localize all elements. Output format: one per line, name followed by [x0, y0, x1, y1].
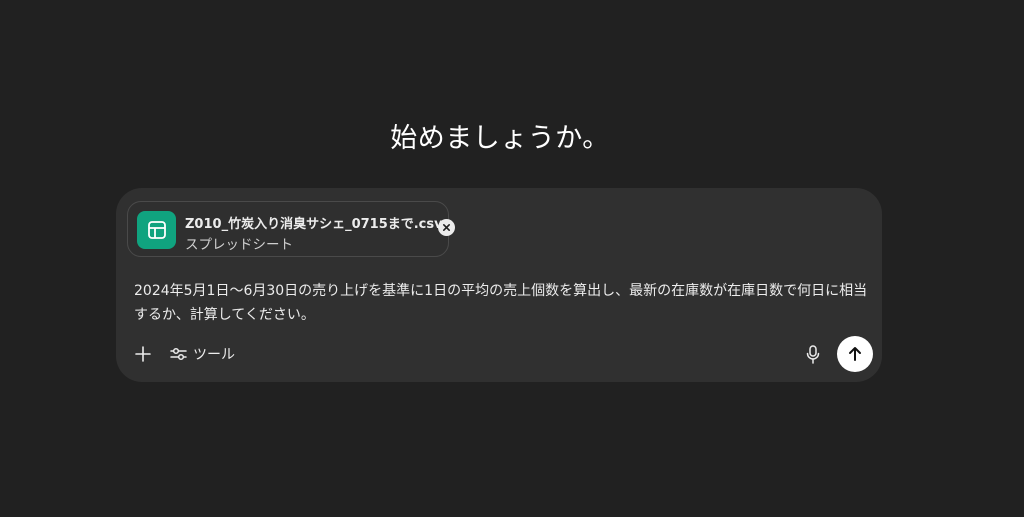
arrow-up-icon [849, 347, 861, 361]
prompt-composer: Z010_竹炭入り消臭サシェ_0715まで.csv スプレッドシート 2024年… [116, 188, 882, 382]
tools-button[interactable]: ツール [170, 342, 235, 366]
sliders-icon [170, 347, 187, 361]
close-icon [442, 223, 451, 232]
page-heading: 始めましょうか。 [390, 123, 610, 154]
send-button[interactable] [837, 336, 873, 372]
attachment-file-name: Z010_竹炭入り消臭サシェ_0715まで.csv [185, 217, 443, 232]
microphone-icon [806, 344, 820, 364]
remove-attachment-button[interactable] [438, 219, 455, 236]
attachment-file-type: スプレッドシート [185, 237, 293, 253]
file-attachment-card[interactable]: Z010_竹炭入り消臭サシェ_0715まで.csv スプレッドシート [127, 201, 455, 257]
dictate-button[interactable] [803, 343, 823, 365]
spreadsheet-icon [137, 211, 176, 249]
prompt-input[interactable]: 2024年5月1日～6月30日の売り上げを基準に1日の平均の売上個数を算出し、最… [134, 279, 869, 327]
tools-label: ツール [193, 347, 235, 363]
plus-icon [135, 346, 151, 362]
add-attachment-button[interactable] [133, 344, 153, 364]
chat-page: 始めましょうか。 Z010_竹炭入り消臭サシェ_0715まで.csv スプレッド… [0, 0, 1024, 517]
